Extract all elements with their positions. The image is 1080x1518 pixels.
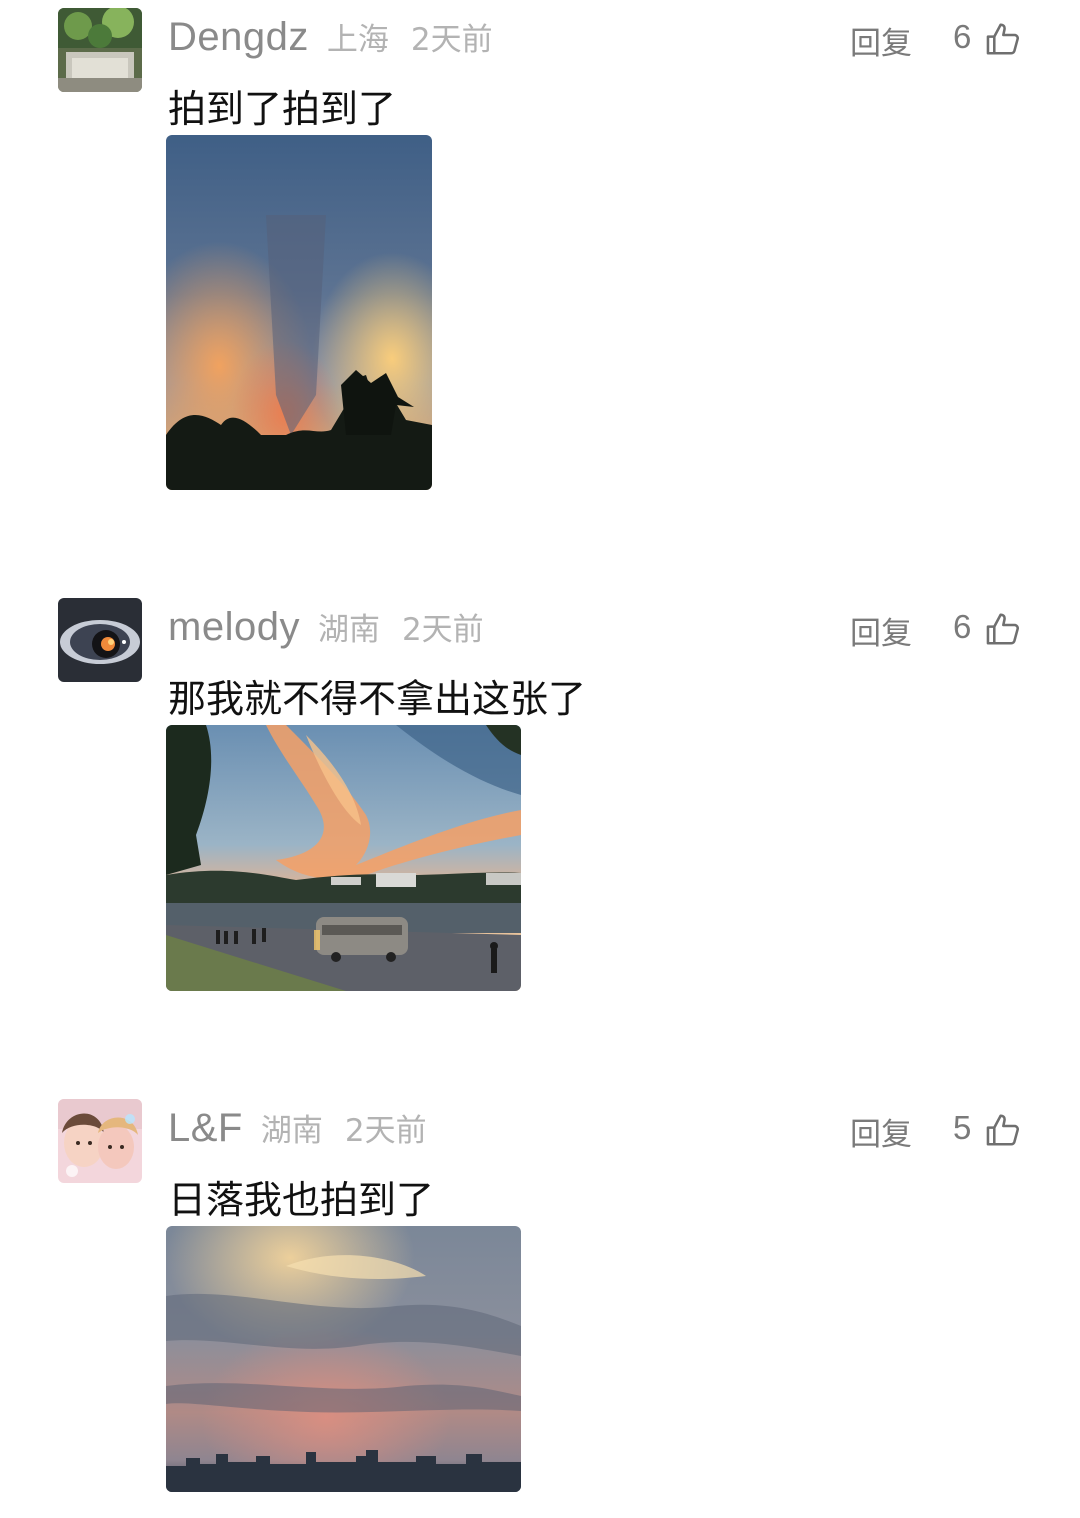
avatar[interactable] <box>58 598 142 682</box>
comment-photo[interactable] <box>166 135 432 490</box>
comment-photo[interactable] <box>166 725 521 991</box>
thumbs-up-icon[interactable] <box>984 610 1022 648</box>
username[interactable]: L&F <box>168 1106 243 1151</box>
comment-text: 拍到了拍到了 <box>168 87 397 131</box>
like-count: 6 <box>953 18 972 55</box>
comment-meta: L&F 湖南 2天前 <box>168 1105 427 1153</box>
location-label: 湖南 <box>260 1113 323 1149</box>
comment-text: 那我就不得不拿出这张了 <box>168 677 587 721</box>
reply-button[interactable]: 回复 <box>850 18 912 63</box>
reply-button[interactable]: 回复 <box>850 608 912 653</box>
location-label: 上海 <box>326 22 389 58</box>
avatar[interactable] <box>58 1099 142 1183</box>
thumbs-up-icon[interactable] <box>984 1111 1022 1149</box>
timestamp: 2天前 <box>401 612 484 648</box>
timestamp: 2天前 <box>344 1113 427 1149</box>
username[interactable]: melody <box>168 605 300 650</box>
comment-meta: melody 湖南 2天前 <box>168 604 484 652</box>
like-count: 6 <box>953 608 972 645</box>
timestamp: 2天前 <box>410 22 493 58</box>
avatar[interactable] <box>58 8 142 92</box>
comment-photo[interactable] <box>166 1226 521 1492</box>
reply-button[interactable]: 回复 <box>850 1109 912 1154</box>
like-count: 5 <box>953 1109 972 1146</box>
comment-text: 日落我也拍到了 <box>168 1178 435 1222</box>
username[interactable]: Dengdz <box>168 15 309 60</box>
comment-meta: Dengdz 上海 2天前 <box>168 14 493 62</box>
thumbs-up-icon[interactable] <box>984 20 1022 58</box>
location-label: 湖南 <box>317 612 380 648</box>
